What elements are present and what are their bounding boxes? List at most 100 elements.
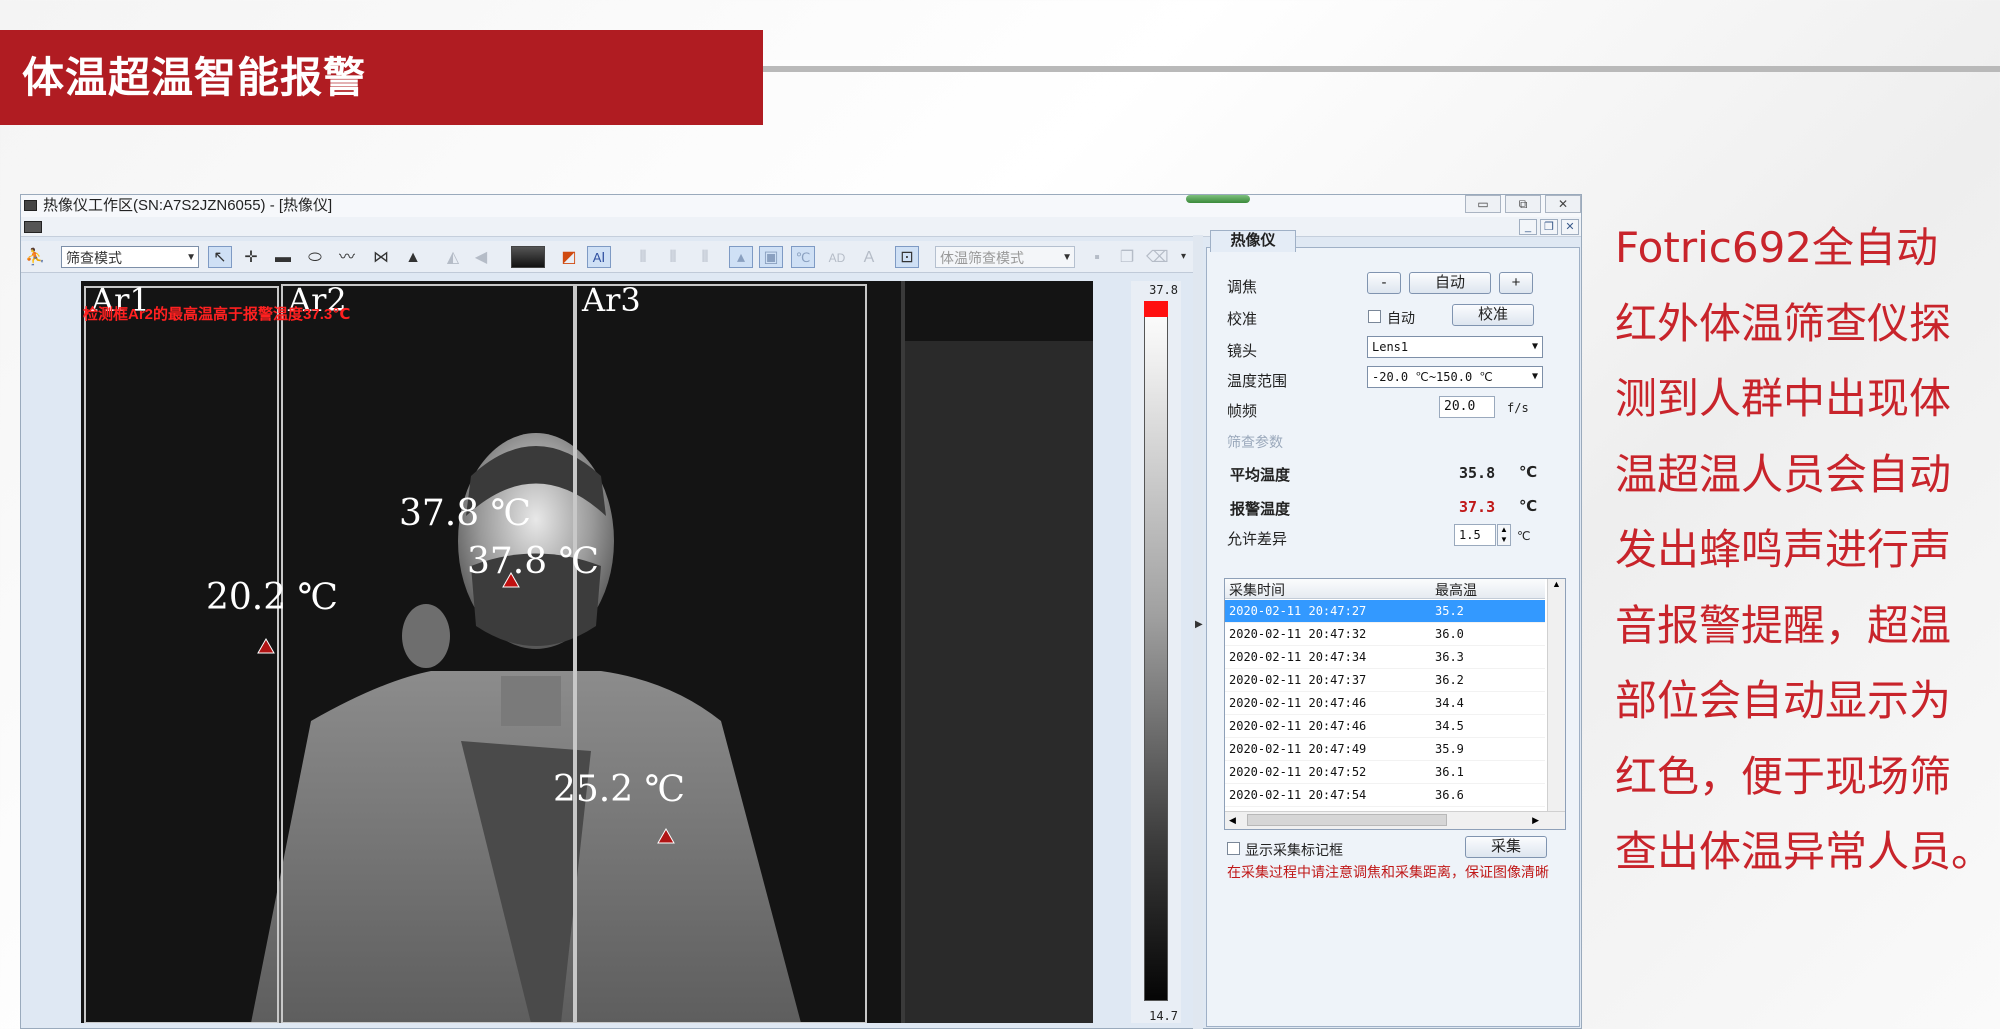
- avg-temp-unit: ℃: [1519, 464, 1538, 481]
- celsius-icon[interactable]: ℃: [791, 246, 815, 268]
- cell-max: 34.4: [1435, 696, 1464, 710]
- flip-icon[interactable]: ◭: [441, 246, 465, 268]
- temp-reading: 37.8 ℃: [467, 541, 599, 582]
- chevron-right-icon: ▶: [1195, 619, 1203, 630]
- fps-input[interactable]: 20.0: [1439, 396, 1495, 418]
- mode-select[interactable]: 筛查模式 ▼: [61, 246, 199, 268]
- show-marker-label: 显示采集标记框: [1245, 842, 1343, 858]
- table-row[interactable]: 2020-02-11 20:47:34 36.3: [1225, 646, 1545, 669]
- overflow-icon[interactable]: ▾: [1181, 246, 1186, 268]
- focus-label: 调焦: [1227, 279, 1258, 296]
- table-row[interactable]: 2020-02-11 20:47:37 36.2: [1225, 669, 1545, 692]
- range-select-value: -20.0 ℃~150.0 ℃: [1372, 370, 1493, 384]
- tolerance-spinner[interactable]: ▲ ▼: [1497, 524, 1511, 546]
- alarm-temp-label: 报警温度: [1230, 501, 1291, 518]
- tab-camera[interactable]: 热像仪: [1210, 230, 1296, 252]
- table-row[interactable]: 2020-02-11 20:47:46 34.4: [1225, 692, 1545, 715]
- cell-time: 2020-02-11 20:47:46: [1229, 719, 1367, 733]
- temp-reading: 25.2 ℃: [553, 769, 685, 810]
- save-icon[interactable]: ▪: [1085, 246, 1109, 268]
- close-button[interactable]: ✕: [1545, 195, 1581, 213]
- delete-icon[interactable]: ⌫: [1145, 246, 1169, 268]
- thermal-app-window: 热像仪工作区(SN:A7S2JZN6055) - [热像仪] ▭ ⧉ ✕ _ ❐…: [20, 194, 1582, 1029]
- isotherm-icon[interactable]: ◩: [557, 246, 581, 268]
- minimize-button[interactable]: ▭: [1465, 195, 1501, 213]
- spot-icon[interactable]: ✛: [239, 246, 263, 268]
- lens-select[interactable]: Lens1 ▼: [1367, 336, 1543, 358]
- copy-icon[interactable]: ❐: [1115, 246, 1139, 268]
- scroll-right-icon[interactable]: ▶: [1532, 815, 1539, 826]
- panel-splitter[interactable]: ▶: [1193, 235, 1203, 1029]
- calibrate-auto-checkbox[interactable]: [1368, 310, 1381, 323]
- auto-level-icon[interactable]: AⅠ: [587, 246, 611, 268]
- doc-close-button[interactable]: ✕: [1561, 219, 1579, 235]
- back-icon[interactable]: ◀: [469, 246, 493, 268]
- table-row[interactable]: 2020-02-11 20:47:46 34.5: [1225, 715, 1545, 738]
- description-line: 温超温人员会自动: [1615, 449, 1952, 499]
- description-line: 音报警提醒，超温: [1615, 600, 1952, 650]
- doc-restore-button[interactable]: ❐: [1540, 219, 1558, 235]
- table-row[interactable]: 2020-02-11 20:47:32 36.0: [1225, 623, 1545, 646]
- focus-plus-button[interactable]: +: [1499, 272, 1533, 294]
- table-vertical-scrollbar[interactable]: ▲: [1547, 579, 1565, 811]
- status-pill: [1186, 195, 1250, 203]
- chevron-down-icon: ▼: [1531, 341, 1538, 352]
- screening-params-header: 筛查参数: [1227, 434, 1283, 450]
- cell-max: 34.5: [1435, 719, 1464, 733]
- restore-button[interactable]: ⧉: [1505, 195, 1541, 213]
- table-row[interactable]: 2020-02-11 20:47:54 36.6: [1225, 784, 1545, 807]
- align-right-icon[interactable]: ⦀: [693, 246, 717, 268]
- cell-max: 35.2: [1435, 604, 1464, 618]
- range-select[interactable]: -20.0 ℃~150.0 ℃ ▼: [1367, 366, 1543, 388]
- target-icon[interactable]: ⊡: [895, 246, 919, 268]
- app-icon: [24, 200, 37, 211]
- toolbar: ⛹ 筛查模式 ▼ ↖ ✛ ▬ ⬭ 〰 ⋈ ▲ ◭ ◀ ◩ AⅠ ⦀ ⦀ ⦀ ▴ …: [21, 241, 1193, 273]
- bowtie-icon[interactable]: ⋈: [369, 246, 393, 268]
- doc-minimize-button[interactable]: _: [1519, 219, 1537, 235]
- triangle-icon[interactable]: ▲: [401, 246, 425, 268]
- screening-mode-select[interactable]: 体温筛查模式 ▼: [935, 246, 1075, 268]
- window-titlebar: 热像仪工作区(SN:A7S2JZN6055) - [热像仪] ▭ ⧉ ✕: [21, 195, 1581, 217]
- cell-max: 36.0: [1435, 627, 1464, 641]
- tolerance-input[interactable]: 1.5: [1454, 524, 1496, 546]
- table-row[interactable]: 2020-02-11 20:47:49 35.9: [1225, 738, 1545, 761]
- align-left-icon[interactable]: ⦀: [631, 246, 655, 268]
- table-horizontal-scrollbar[interactable]: ◀ ▶: [1225, 811, 1565, 829]
- alarm-message: 检测框Ar2的最高温高于报警温度37.3℃: [83, 306, 351, 323]
- rectangle-icon[interactable]: ▬: [271, 246, 295, 268]
- focus-minus-button[interactable]: -: [1367, 272, 1401, 294]
- palette-icon[interactable]: [511, 246, 545, 268]
- table-header: 采集时间 最高温: [1225, 579, 1545, 599]
- description-line: 测到人群中出现体: [1615, 374, 1952, 423]
- marker-icon[interactable]: ▴: [729, 246, 753, 268]
- polyline-icon[interactable]: 〰: [335, 246, 359, 268]
- pointer-icon[interactable]: ↖: [208, 246, 232, 268]
- tolerance-unit: ℃: [1517, 529, 1531, 543]
- calibrate-button[interactable]: 校准: [1452, 304, 1534, 326]
- focus-auto-button[interactable]: 自动: [1409, 272, 1491, 294]
- document-icon[interactable]: [24, 221, 42, 233]
- column-header-time[interactable]: 采集时间: [1229, 580, 1285, 600]
- thermal-image[interactable]: Ar1 Ar2 Ar3 检测框Ar2的最高温高于报警温度37.3℃ 37.8 ℃…: [81, 281, 1093, 1023]
- table-row[interactable]: 2020-02-11 20:47:27 35.2: [1225, 600, 1545, 623]
- label-icon[interactable]: ▣: [759, 246, 783, 268]
- capture-button[interactable]: 采集: [1465, 836, 1547, 858]
- capture-hint: 在采集过程中请注意调焦和采集距离，保证图像清晰: [1227, 864, 1549, 880]
- run-icon[interactable]: ⛹: [23, 246, 47, 268]
- description-line: Fotric692全自动: [1615, 223, 1939, 272]
- scale-min: 14.7: [1149, 1009, 1178, 1023]
- show-marker-checkbox[interactable]: [1227, 842, 1240, 855]
- temp-reading: 37.8 ℃: [399, 493, 531, 534]
- table-row[interactable]: 2020-02-11 20:47:52 36.1: [1225, 761, 1545, 784]
- ellipse-icon[interactable]: ⬭: [303, 246, 327, 268]
- fps-unit: f/s: [1507, 401, 1529, 415]
- ad-icon[interactable]: AD: [825, 246, 849, 268]
- avg-temp-label: 平均温度: [1230, 467, 1291, 484]
- scroll-left-icon[interactable]: ◀: [1229, 815, 1236, 826]
- scale-gradient: [1144, 301, 1168, 1001]
- text-icon[interactable]: A: [857, 246, 881, 268]
- scroll-thumb[interactable]: [1247, 814, 1447, 826]
- align-center-icon[interactable]: ⦀: [661, 246, 685, 268]
- capture-table: 采集时间 最高温 2020-02-11 20:47:27 35.2 2020-02…: [1224, 578, 1566, 830]
- column-header-max[interactable]: 最高温: [1435, 580, 1477, 600]
